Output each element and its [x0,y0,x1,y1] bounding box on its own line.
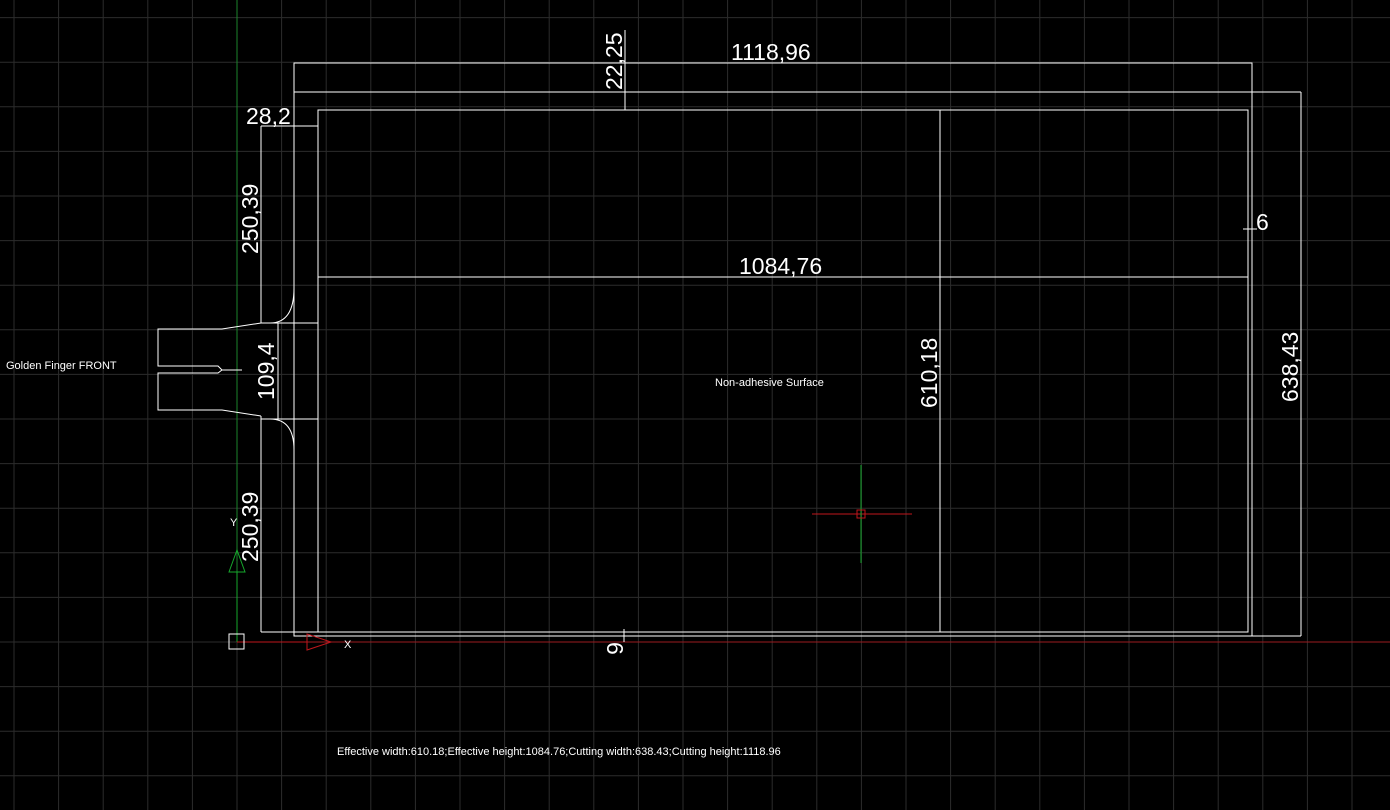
dim-effective-width: 610,18 [916,338,942,408]
cad-drawing-canvas[interactable]: X Y 1118,96 22,25 28,2 250,39 109,4 250,… [0,0,1390,810]
dim-top-offset: 22,25 [601,32,627,90]
ucs-x-label: X [344,639,352,651]
crosshair-cursor [812,465,912,563]
dim-lower-segment: 250,39 [237,492,263,562]
dim-finger-width: 109,4 [253,342,279,400]
golden-finger-label: Golden Finger FRONT [6,360,117,372]
golden-finger-connector [157,322,262,417]
dim-right-gap: 6 [1256,209,1269,235]
effective-outline [317,109,1249,633]
summary-text: Effective width:610.18;Effective height:… [337,746,781,758]
dim-left-offset: 28,2 [246,103,291,129]
dim-cutting-height: 1118,96 [731,39,811,65]
cutting-outline [293,62,1253,637]
dim-upper-segment: 250,39 [237,184,263,254]
dim-bottom-gap: 6 [602,642,628,655]
non-adhesive-label: Non-adhesive Surface [715,377,824,389]
dim-cutting-width: 638,43 [1277,332,1303,402]
dim-effective-height: 1084,76 [739,253,822,279]
background-grid [0,0,1390,810]
